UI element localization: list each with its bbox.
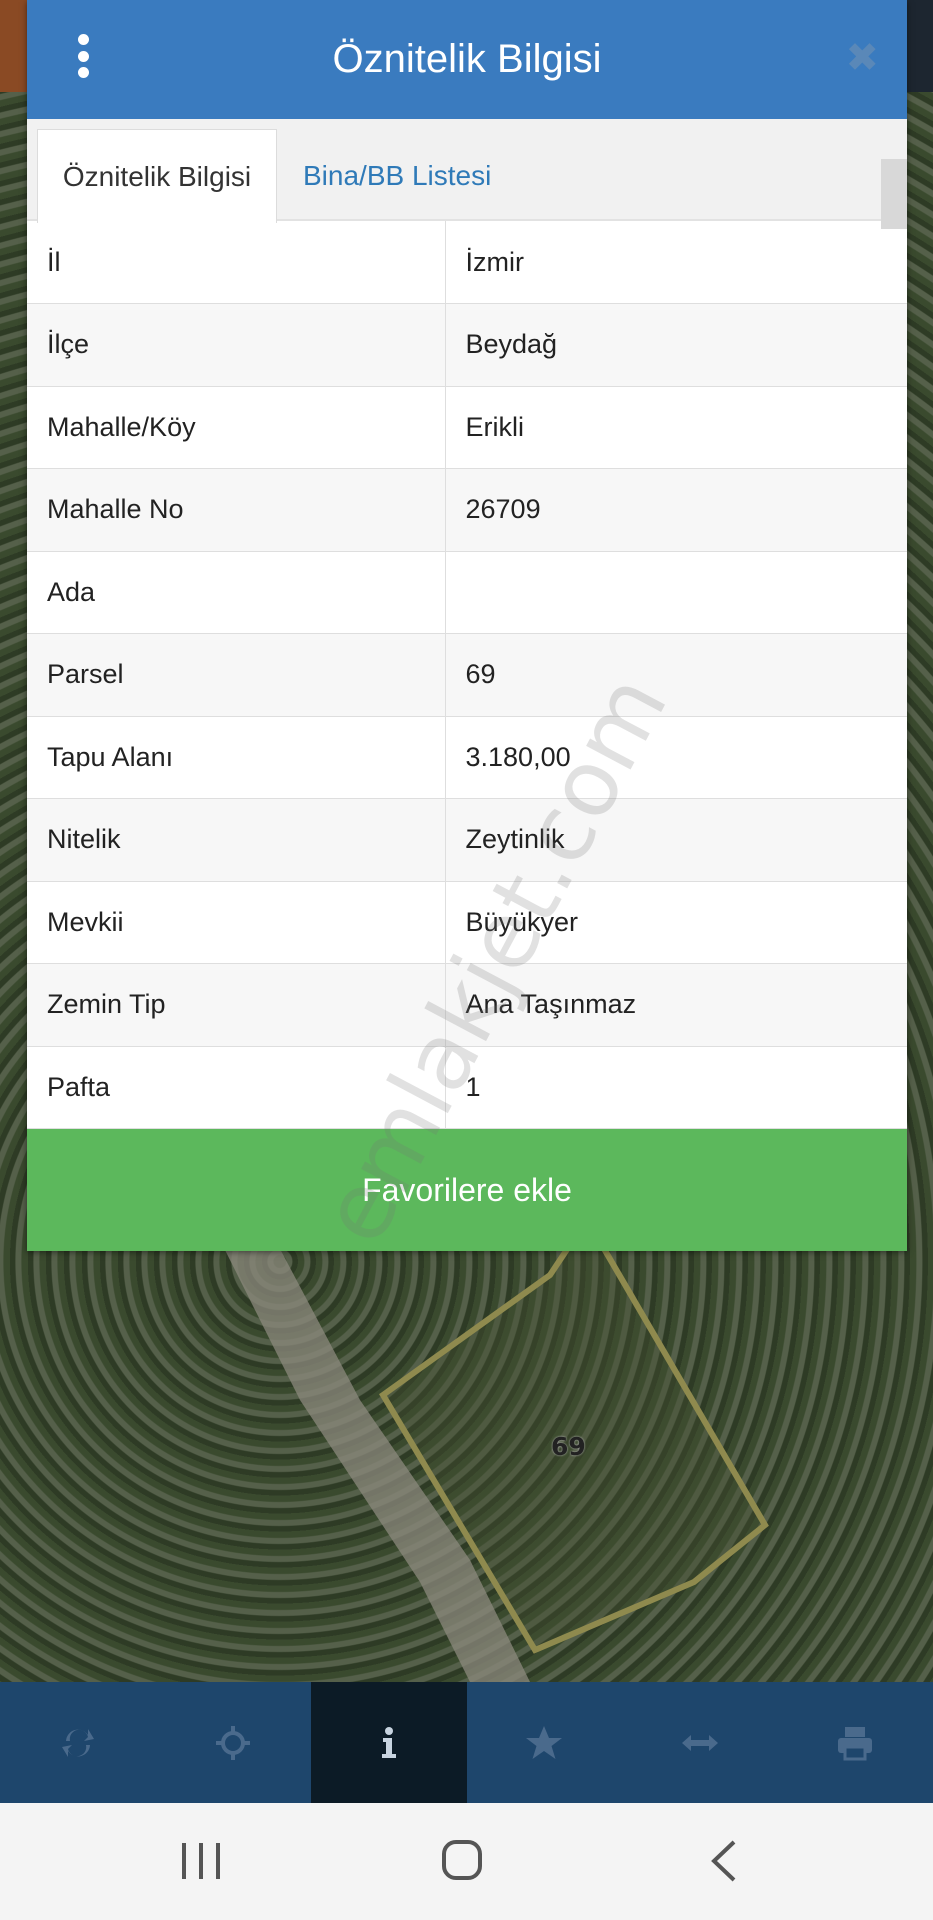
table-row: Mahalle No 26709	[27, 468, 907, 552]
refresh-icon	[61, 1728, 94, 1757]
measure-arrows-icon	[681, 1734, 718, 1751]
print-icon	[838, 1726, 873, 1760]
row-value: Beydağ	[445, 303, 907, 387]
tab-attribute-info[interactable]: Öznitelik Bilgisi	[37, 129, 277, 223]
locate-button[interactable]	[156, 1682, 312, 1803]
table-row: Pafta 1	[27, 1046, 907, 1129]
parcel-number-label[interactable]: 69	[551, 1432, 586, 1461]
row-key: Nitelik	[27, 798, 446, 882]
row-key: Tapu Alanı	[27, 716, 446, 799]
modal-title: Öznitelik Bilgisi	[332, 37, 602, 81]
table-row: Mevkii Büyükyer	[27, 881, 907, 964]
crosshair-icon	[216, 1725, 251, 1760]
bottom-toolbar	[0, 1682, 933, 1803]
attribute-info-modal: Öznitelik Bilgisi ✖ Öznitelik Bilgisi Bi…	[27, 0, 907, 1251]
system-navigation-bar	[0, 1803, 933, 1920]
refresh-button[interactable]	[0, 1682, 156, 1803]
kebab-menu-icon[interactable]	[77, 34, 89, 78]
table-row: Ada	[27, 551, 907, 634]
row-value: Zeytinlik	[445, 798, 907, 882]
table-row: Parsel 69	[27, 633, 907, 717]
table-row: Mahalle/Köy Erikli	[27, 386, 907, 469]
favorites-button[interactable]	[467, 1682, 623, 1803]
home-button[interactable]	[440, 1835, 486, 1887]
recent-apps-button[interactable]	[178, 1835, 224, 1887]
row-value: 3.180,00	[445, 716, 907, 799]
table-row: Nitelik Zeytinlik	[27, 798, 907, 882]
row-value: Ana Taşınmaz	[445, 963, 907, 1047]
row-key: Ada	[27, 551, 446, 634]
row-key: Mahalle No	[27, 468, 446, 552]
row-value: Büyükyer	[445, 881, 907, 964]
recent-apps-icon	[182, 1843, 220, 1879]
tabs-scrollbar[interactable]	[881, 159, 907, 229]
close-icon[interactable]: ✖	[845, 36, 879, 80]
table-row: İl İzmir	[27, 221, 907, 304]
row-value: İzmir	[445, 221, 907, 304]
row-value: 69	[445, 633, 907, 717]
tab-bar: Öznitelik Bilgisi Bina/BB Listesi	[27, 119, 907, 229]
home-icon	[442, 1840, 482, 1880]
row-value	[445, 551, 907, 634]
row-key: Mevkii	[27, 881, 446, 964]
print-button[interactable]	[778, 1682, 933, 1803]
row-key: Parsel	[27, 633, 446, 717]
add-to-favorites-button[interactable]: Favorilere ekle	[27, 1129, 907, 1251]
table-row: Zemin Tip Ana Taşınmaz	[27, 963, 907, 1047]
modal-header: Öznitelik Bilgisi ✖	[27, 0, 907, 119]
table-row: Tapu Alanı 3.180,00	[27, 716, 907, 799]
row-key: Zemin Tip	[27, 963, 446, 1047]
row-value: 1	[445, 1046, 907, 1129]
star-icon	[526, 1725, 563, 1759]
tab-building-list[interactable]: Bina/BB Listesi	[303, 129, 491, 223]
row-key: Pafta	[27, 1046, 446, 1129]
table-row: İlçe Beydağ	[27, 303, 907, 387]
measure-button[interactable]	[622, 1682, 778, 1803]
info-icon	[381, 1726, 396, 1758]
info-button[interactable]	[311, 1682, 467, 1803]
row-key: İl	[27, 221, 446, 304]
attribute-table: İl İzmir İlçe Beydağ Mahalle/Köy Erikli Mah…	[27, 221, 907, 1129]
back-button[interactable]	[706, 1835, 742, 1887]
row-key: İlçe	[27, 303, 446, 387]
row-value: Erikli	[445, 386, 907, 469]
row-value: 26709	[445, 468, 907, 552]
back-chevron-icon	[711, 1840, 736, 1882]
row-key: Mahalle/Köy	[27, 386, 446, 469]
